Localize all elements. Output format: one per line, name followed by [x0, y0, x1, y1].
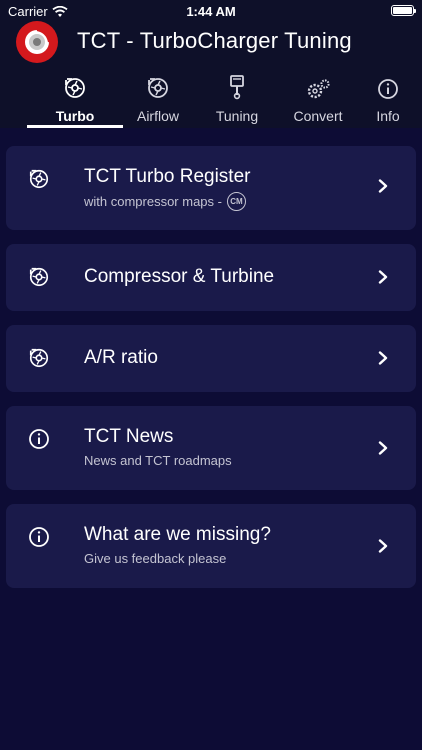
- compressor-map-badge: CM: [226, 192, 246, 211]
- tab-airflow-label: Airflow: [136, 108, 179, 124]
- info-icon: [29, 527, 49, 547]
- menu-item-subtitle: Give us feedback please: [84, 551, 227, 566]
- status-bar: Carrier 1:44 AM: [0, 0, 422, 22]
- battery-icon: [391, 5, 416, 16]
- menu-item-compressor-turbine[interactable]: Compressor & Turbine: [6, 244, 416, 311]
- menu-item-subtitle-text: with compressor maps -: [84, 194, 222, 209]
- turbo-icon: [29, 169, 49, 189]
- menu-item-title: TCT Turbo Register: [84, 166, 251, 187]
- turbo-icon: [29, 267, 49, 287]
- tab-turbo-label: Turbo: [55, 108, 95, 124]
- piston-icon: [230, 75, 244, 100]
- app-header: Carrier 1:44 AM TCT - TurboCharger Tunin…: [0, 0, 422, 128]
- tab-tuning-label: Tuning: [215, 108, 259, 124]
- menu-item-title: TCT News: [84, 426, 174, 447]
- chevron-right-icon: [378, 351, 388, 365]
- tab-convert-label: Convert: [293, 108, 343, 124]
- menu-item-title: What are we missing?: [84, 524, 271, 545]
- chevron-right-icon: [378, 270, 388, 284]
- info-icon: [378, 79, 398, 99]
- tab-convert[interactable]: Convert: [276, 70, 360, 128]
- chevron-right-icon: [378, 179, 388, 193]
- turbo-icon: [29, 348, 49, 368]
- turbo-logo-icon: [16, 21, 58, 63]
- tab-airflow[interactable]: Airflow: [118, 70, 198, 128]
- tab-turbo[interactable]: Turbo: [27, 70, 123, 128]
- app-title: TCT - TurboCharger Tuning: [77, 28, 352, 53]
- chevron-right-icon: [378, 441, 388, 455]
- tab-info-label: Info: [376, 108, 400, 124]
- menu-item-title: A/R ratio: [84, 347, 158, 368]
- menu-item-turbo-register[interactable]: TCT Turbo Register with compressor maps …: [6, 146, 416, 230]
- active-tab-indicator: [27, 125, 123, 128]
- airflow-icon: [148, 78, 168, 98]
- menu-item-tct-news[interactable]: TCT News News and TCT roadmaps: [6, 406, 416, 490]
- menu-item-subtitle: News and TCT roadmaps: [84, 453, 232, 468]
- tab-bar: Turbo Airflow Tuning Convert Info: [0, 70, 422, 128]
- status-time: 1:44 AM: [186, 4, 236, 19]
- menu-item-feedback[interactable]: What are we missing? Give us feedback pl…: [6, 504, 416, 588]
- menu-item-title: Compressor & Turbine: [84, 266, 275, 287]
- turbo-icon: [65, 78, 85, 98]
- menu-item-subtitle: with compressor maps - CM: [84, 192, 246, 211]
- gears-icon: [307, 79, 330, 99]
- menu-item-ar-ratio[interactable]: A/R ratio: [6, 325, 416, 392]
- screen: Carrier 1:44 AM TCT - TurboCharger Tunin…: [0, 0, 422, 750]
- info-icon: [29, 429, 49, 449]
- chevron-right-icon: [378, 539, 388, 553]
- tab-info[interactable]: Info: [361, 70, 415, 128]
- tab-tuning[interactable]: Tuning: [199, 70, 275, 128]
